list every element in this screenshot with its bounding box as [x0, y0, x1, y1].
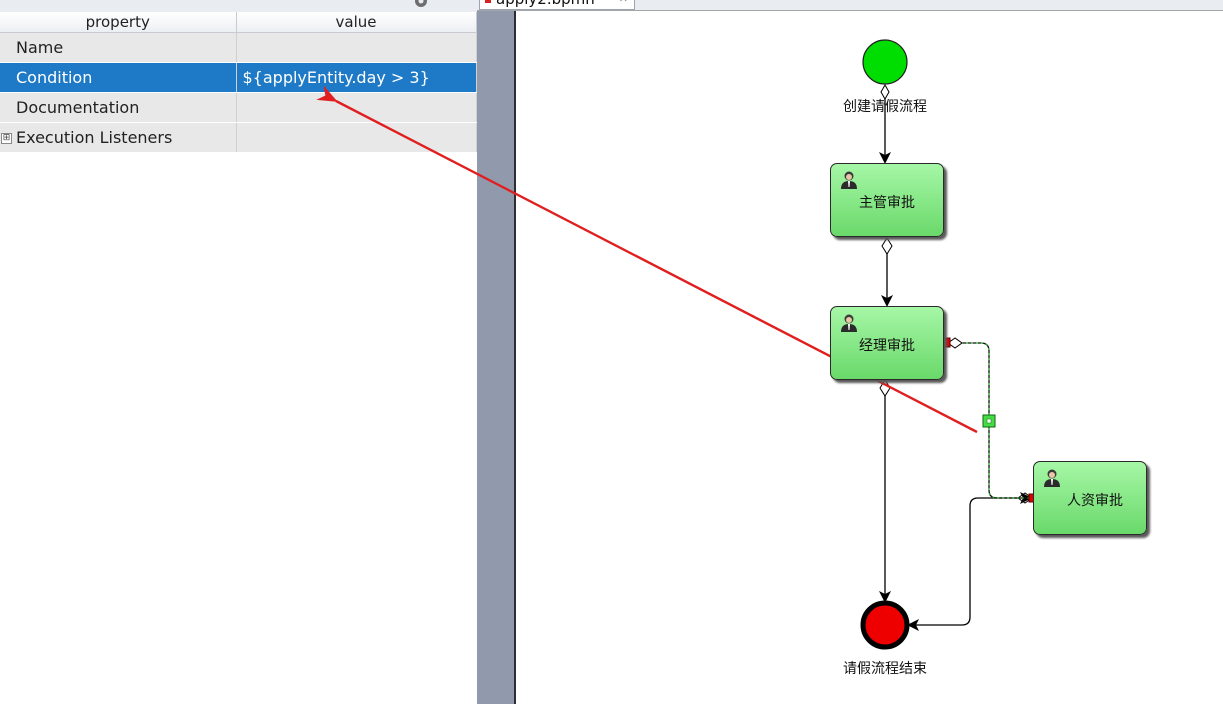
user-task-hr[interactable]: 人资审批: [1033, 461, 1147, 535]
end-event[interactable]: [860, 600, 910, 650]
end-event-label: 请假流程结束: [843, 661, 927, 677]
start-event-label: 创建请假流程: [843, 99, 927, 115]
user-task-manager[interactable]: 主管审批: [830, 163, 944, 237]
sequence-flow[interactable]: [907, 492, 1033, 631]
sequence-flow[interactable]: [881, 237, 893, 307]
sequence-flow[interactable]: [879, 379, 891, 603]
annotation-arrow: [316, 85, 978, 434]
user-icon: [841, 314, 857, 332]
task-label: 人资审批: [1067, 493, 1123, 509]
diagram-overlay: [316, 39, 1038, 650]
user-icon: [1044, 469, 1060, 487]
user-task-director[interactable]: 经理审批: [830, 306, 944, 380]
user-icon: [841, 171, 857, 189]
start-event[interactable]: [862, 39, 908, 85]
task-label: 主管审批: [859, 195, 915, 211]
task-label: 经理审批: [859, 338, 915, 354]
